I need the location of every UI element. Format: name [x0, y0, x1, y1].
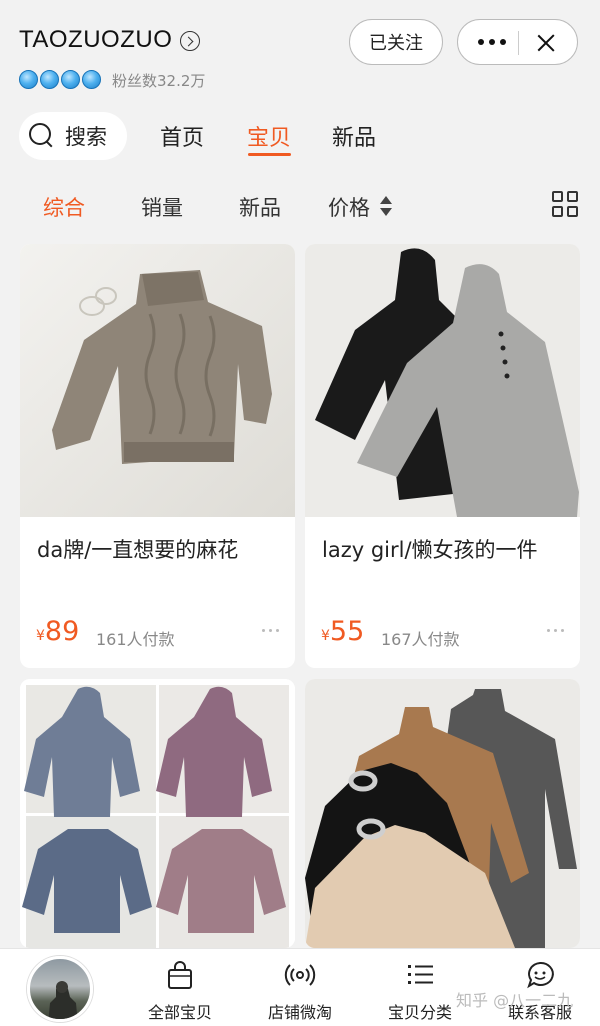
tab-new[interactable]: 新品 — [332, 120, 376, 152]
diamond-icon — [40, 70, 59, 89]
product-card[interactable]: da牌/一直想要的麻花 ¥89 161人付款 — [20, 244, 295, 668]
turtlenecks-photo — [305, 679, 580, 948]
grid-view-icon[interactable] — [552, 191, 580, 219]
sort-overall[interactable]: 综合 — [43, 192, 85, 222]
product-card[interactable] — [305, 679, 580, 948]
sort-sales[interactable]: 销量 — [141, 192, 183, 222]
diamond-icon — [19, 70, 38, 89]
product-card[interactable]: lazy girl/懒女孩的一件 ¥55 167人付款 — [305, 244, 580, 668]
broadcast-icon — [284, 964, 316, 986]
bottom-toolbar: 全部宝贝 店铺微淘 宝贝分类 联系客服 知乎 @八一二九 — [0, 948, 600, 1026]
currency-symbol: ¥ — [321, 628, 330, 644]
mini-program-capsule — [457, 19, 578, 65]
sort-price[interactable]: 价格 — [328, 192, 370, 222]
product-card[interactable] — [20, 679, 295, 948]
product-title[interactable]: lazy girl/懒女孩的一件 — [322, 534, 538, 564]
sort-new[interactable]: 新品 — [239, 192, 281, 222]
currency-symbol: ¥ — [36, 628, 45, 644]
more-icon[interactable] — [478, 39, 506, 45]
product-image[interactable] — [20, 244, 295, 517]
close-icon[interactable] — [535, 32, 557, 54]
hoodies-collage-photo — [20, 679, 295, 948]
product-price: ¥89 — [36, 616, 79, 647]
chevron-right-icon[interactable] — [180, 31, 200, 51]
active-tab-indicator — [248, 153, 291, 156]
shop-header: TAOZUOZUO 粉丝数32.2万 已关注 搜索 首页 宝贝 新品 综合 销量… — [0, 0, 600, 240]
tab-home[interactable]: 首页 — [160, 120, 204, 152]
search-label: 搜索 — [65, 125, 107, 149]
watermark-text: 知乎 @八一二九 — [456, 991, 574, 1010]
capsule-divider — [518, 31, 519, 55]
shopping-bag-icon — [168, 961, 192, 989]
sales-count: 161人付款 — [96, 630, 175, 649]
diamond-icon — [82, 70, 101, 89]
price-value: 89 — [44, 616, 80, 647]
shop-avatar[interactable] — [27, 956, 93, 1022]
product-price: ¥55 — [321, 616, 364, 647]
product-image[interactable] — [20, 679, 295, 948]
more-options-icon[interactable] — [547, 629, 564, 632]
shop-name[interactable]: TAOZUOZUO — [19, 26, 172, 54]
bottom-label: 店铺微淘 — [267, 1003, 332, 1022]
price-value: 55 — [329, 616, 365, 647]
hoodie-dress-photo — [305, 244, 580, 517]
tab-products[interactable]: 宝贝 — [247, 120, 291, 152]
fans-count: 粉丝数32.2万 — [112, 72, 206, 90]
bottom-categories[interactable]: 宝贝分类 — [370, 949, 470, 1026]
follow-button[interactable]: 已关注 — [349, 19, 443, 65]
diamond-icon — [61, 70, 80, 89]
search-icon — [29, 123, 55, 149]
product-image[interactable] — [305, 244, 580, 517]
search-button[interactable]: 搜索 — [19, 112, 127, 160]
sweater-photo — [20, 244, 295, 517]
bottom-shop-weitao[interactable]: 店铺微淘 — [250, 949, 350, 1026]
sales-count: 167人付款 — [381, 630, 460, 649]
bottom-label: 全部宝贝 — [147, 1003, 212, 1022]
sort-arrows-icon[interactable] — [379, 195, 393, 219]
more-options-icon[interactable] — [262, 629, 279, 632]
product-image[interactable] — [305, 679, 580, 948]
product-title[interactable]: da牌/一直想要的麻花 — [37, 534, 238, 564]
bottom-label: 宝贝分类 — [387, 1003, 452, 1022]
list-icon — [408, 965, 433, 984]
shop-rating-diamonds — [19, 70, 101, 89]
bottom-all-products[interactable]: 全部宝贝 — [130, 949, 230, 1026]
avatar-photo — [48, 981, 78, 1019]
